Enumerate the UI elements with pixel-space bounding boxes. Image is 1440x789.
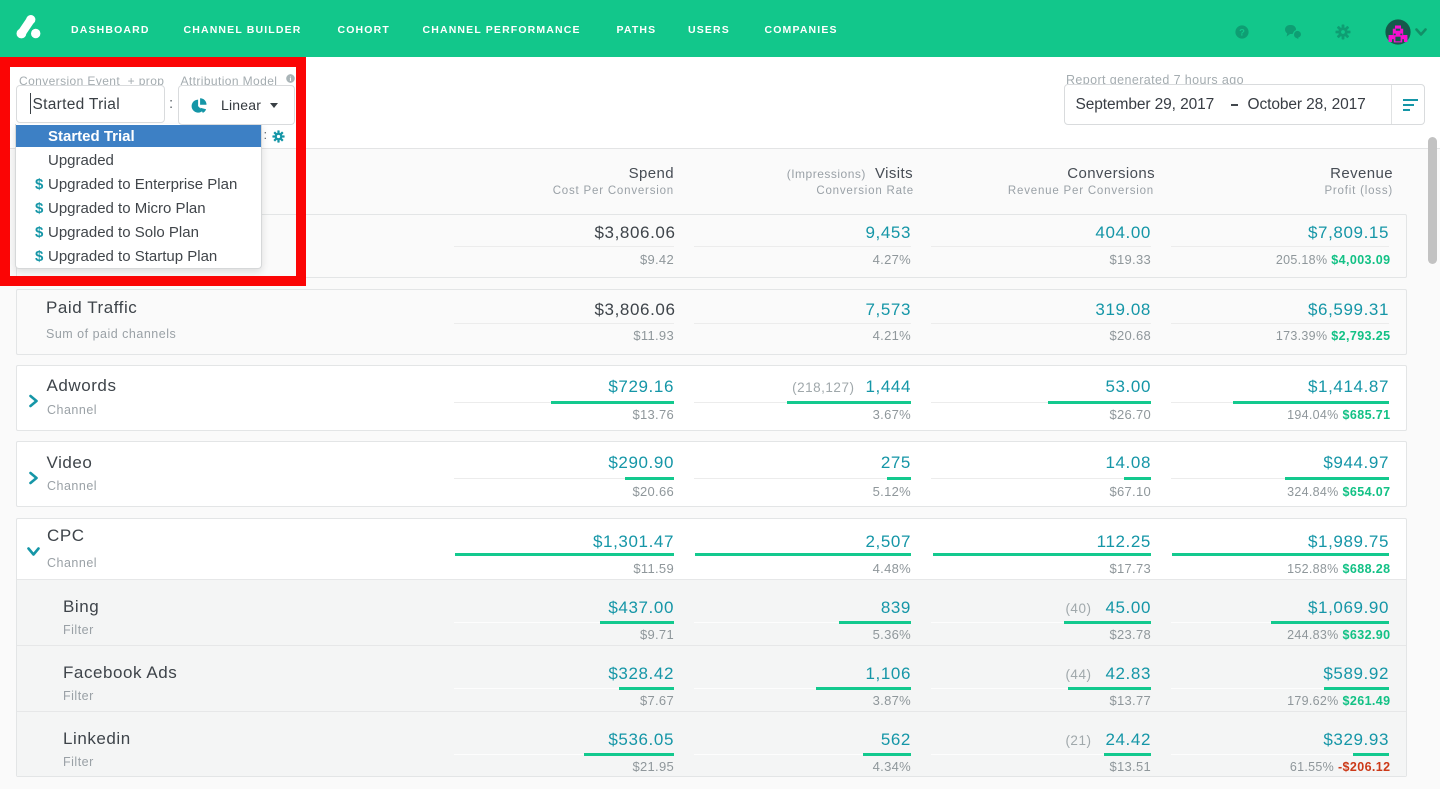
svg-text:?: ? [1239, 27, 1245, 38]
